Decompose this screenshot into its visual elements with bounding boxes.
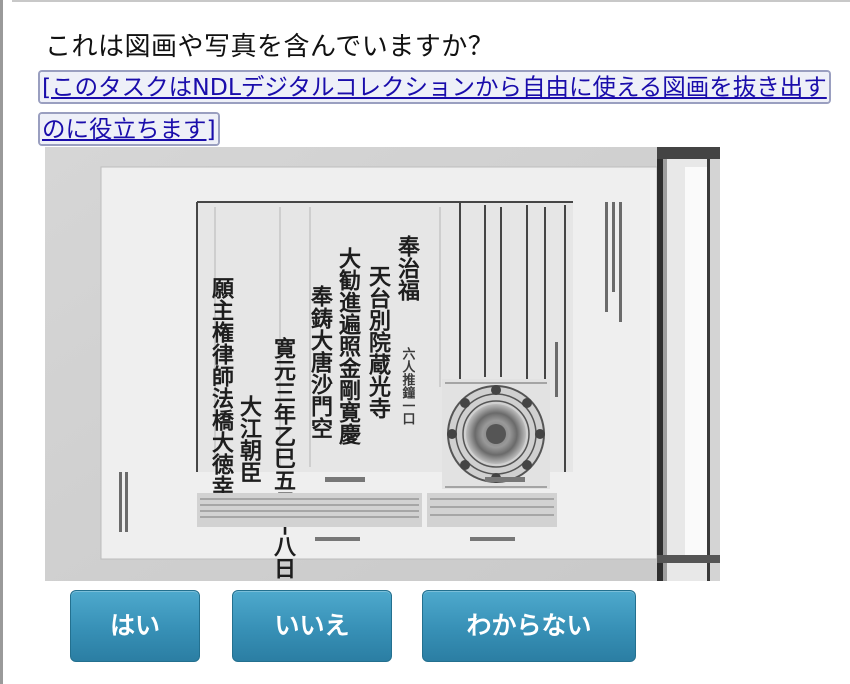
svg-text:奉治福: 奉治福 [394,234,421,301]
task-page: これは図画や写真を含んでいますか？ [このタスクはNDLデジタルコレクションから… [0,0,850,684]
svg-text:六人推鐘一口: 六人推鐘一口 [400,346,416,425]
top-divider [12,0,850,2]
yes-button[interactable]: はい [70,590,200,662]
help-link-container: [このタスクはNDLデジタルコレクションから自由に使える図画を抜き出すのに役立ち… [40,66,830,150]
svg-text:奉鋳大唐沙門空: 奉鋳大唐沙門空 [307,284,334,439]
svg-text:寛元三年乙巳五月十八日: 寛元三年乙巳五月十八日 [270,336,297,579]
svg-text:願主権律師法橋大徳幸助: 願主権律師法橋大徳幸助 [208,277,235,520]
left-border [0,0,3,684]
scan-svg: 奉治福 天台別院蔵光寺 大勧進遍照金剛寛慶 奉鋳大唐沙門空 寛元三年乙巳五月十八… [45,147,720,581]
scanned-page-image: 奉治福 天台別院蔵光寺 大勧進遍照金剛寛慶 奉鋳大唐沙門空 寛元三年乙巳五月十八… [45,147,720,581]
question-text: これは図画や写真を含んでいますか？ [45,32,495,62]
svg-text:大江朝臣: 大江朝臣 [236,395,262,483]
help-link[interactable]: [このタスクはNDLデジタルコレクションから自由に使える図画を抜き出すのに役立ち… [40,72,829,144]
no-button[interactable]: いいえ [232,590,392,662]
answer-buttons: はい いいえ わからない [0,590,850,662]
svg-text:大勧進遍照金剛寛慶: 大勧進遍照金剛寛慶 [335,247,362,446]
unknown-button[interactable]: わからない [422,590,636,662]
svg-text:天台別院蔵光寺: 天台別院蔵光寺 [365,265,392,420]
